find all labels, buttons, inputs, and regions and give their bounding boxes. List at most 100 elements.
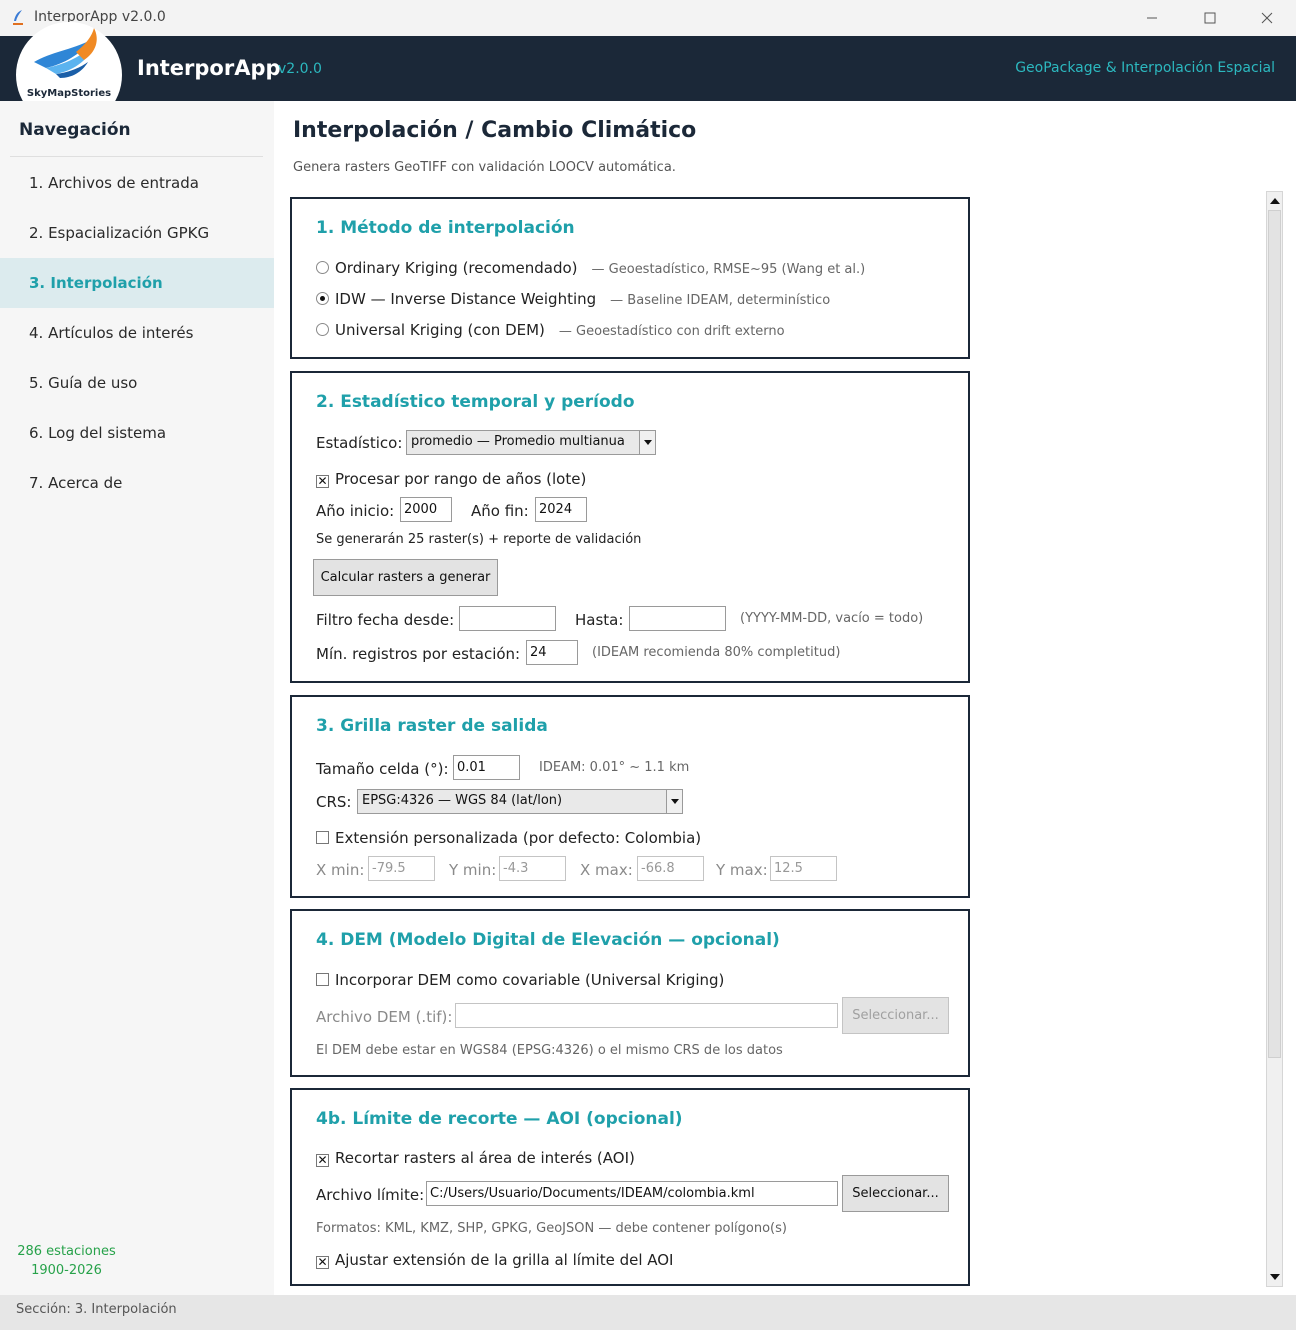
sidebar-item-guia[interactable]: 5. Guía de uso [0,358,274,408]
method-option-ok[interactable]: Ordinary Kriging (recomendado) — Geoestad… [316,259,865,277]
min-records-label: Mín. registros por estación: [316,645,521,663]
xmax-input[interactable] [637,856,704,881]
custom-extent-checkbox[interactable] [316,831,329,844]
page-title: Interpolación / Cambio Climático [293,118,697,143]
year-range: 1900-2026 [31,1263,102,1278]
dem-title: 4. DEM (Modelo Digital de Elevación — op… [316,930,780,950]
dem-select-button[interactable]: Seleccionar... [842,997,949,1034]
aoi-group: 4b. Límite de recorte — AOI (opcional) ✕… [290,1088,970,1286]
custom-extent-option[interactable]: Extensión personalizada (por defecto: Co… [316,829,701,847]
cell-size-label: Tamaño celda (°): [316,760,449,778]
start-year-input[interactable] [400,497,452,522]
scroll-down-icon[interactable] [1270,1274,1280,1280]
sidebar-item-acerca[interactable]: 7. Acerca de [0,458,274,508]
scroll-thumb[interactable] [1268,210,1281,1058]
sidebar-item-log[interactable]: 6. Log del sistema [0,408,274,458]
filter-to-input[interactable] [629,606,726,631]
sidebar-item-archivos[interactable]: 1. Archivos de entrada [0,158,274,208]
filter-to-label: Hasta: [575,611,624,629]
app-header: InterporApp v2.0.0 GeoPackage & Interpol… [0,36,1296,101]
aoi-select-button[interactable]: Seleccionar... [842,1175,949,1212]
end-year-label: Año fin: [471,502,529,520]
radio-ordinary-kriging[interactable] [316,261,329,274]
min-records-note: (IDEAM recomienda 80% completitud) [592,645,841,660]
option-label: Ordinary Kriging (recomendado) [335,259,578,277]
method-option-uk[interactable]: Universal Kriging (con DEM) — Geoestadíst… [316,321,785,339]
aoi-adjust-label: Ajustar extensión de la grilla al límite… [335,1251,674,1269]
option-note: — Geoestadístico, RMSE~95 (Wang et al.) [591,262,866,277]
aoi-file-label: Archivo límite: [316,1186,425,1204]
dem-use-option[interactable]: Incorporar DEM como covariable (Universa… [316,971,724,989]
chevron-down-icon [639,431,655,454]
start-year-label: Año inicio: [316,502,395,520]
filter-note: (YYYY-MM-DD, vacío = todo) [740,611,924,626]
method-group: 1. Método de interpolación Ordinary Krig… [290,197,970,359]
sidebar-divider [10,156,263,157]
aoi-clip-checkbox[interactable]: ✕ [316,1154,329,1167]
sidebar: Navegación 1. Archivos de entrada 2. Esp… [0,101,274,1295]
batch-checkbox[interactable]: ✕ [316,475,329,488]
sidebar-item-espacializacion[interactable]: 2. Espacialización GPKG [0,208,274,258]
main-content: Interpolación / Cambio Climático Genera … [274,101,1296,1295]
min-records-input[interactable] [526,640,578,665]
ymax-label: Y max: [716,861,768,879]
maximize-button[interactable] [1181,0,1239,36]
aoi-file-input[interactable] [426,1181,838,1206]
close-button[interactable] [1238,0,1296,36]
batch-option[interactable]: ✕ Procesar por rango de años (lote) [316,470,586,488]
ymin-input[interactable] [499,856,566,881]
aoi-formats-note: Formatos: KML, KMZ, SHP, GPKG, GeoJSON —… [316,1221,787,1236]
crs-select[interactable]: EPSG:4326 — WGS 84 (lat/lon) [357,789,683,814]
close-icon [1261,12,1273,24]
dem-use-checkbox[interactable] [316,973,329,986]
logo-text: SkyMapStories [26,88,112,99]
filter-from-label: Filtro fecha desde: [316,611,455,629]
dem-file-label: Archivo DEM (.tif): [316,1008,453,1026]
app-tagline: GeoPackage & Interpolación Espacial [1015,60,1275,76]
option-label: Universal Kriging (con DEM) [335,321,545,339]
aoi-adjust-option[interactable]: ✕ Ajustar extensión de la grilla al límit… [316,1251,673,1269]
aoi-clip-label: Recortar rasters al área de interés (AOI… [335,1149,635,1167]
filter-from-input[interactable] [459,606,556,631]
maximize-icon [1204,12,1216,24]
sidebar-item-articulos[interactable]: 4. Artículos de interés [0,308,274,358]
sidebar-item-interpolacion[interactable]: 3. Interpolación [0,258,274,308]
stat-select[interactable]: promedio — Promedio multianua [406,430,656,455]
station-count: 286 estaciones [17,1244,116,1259]
option-label: IDW — Inverse Distance Weighting [335,290,597,308]
minimize-button[interactable] [1123,0,1181,36]
ymax-input[interactable] [770,856,837,881]
option-note: — Geoestadístico con drift externo [558,324,785,339]
batch-label: Procesar por rango de años (lote) [335,470,587,488]
app-feather-icon [13,10,23,25]
radio-universal-kriging[interactable] [316,323,329,336]
method-option-idw[interactable]: IDW — Inverse Distance Weighting — Baseli… [316,290,830,308]
stat-selected-value: promedio — Promedio multianua [411,434,625,449]
temporal-title: 2. Estadístico temporal y período [316,392,635,412]
xmax-label: X max: [580,861,633,879]
ymin-label: Y min: [449,861,497,879]
aoi-clip-option[interactable]: ✕ Recortar rasters al área de interés (AO… [316,1149,635,1167]
dem-use-label: Incorporar DEM como covariable (Universa… [335,971,725,989]
aoi-title: 4b. Límite de recorte — AOI (opcional) [316,1109,683,1129]
cell-size-note: IDEAM: 0.01° ~ 1.1 km [539,760,690,775]
xmin-input[interactable] [368,856,435,881]
chevron-down-icon [666,790,682,813]
grid-title: 3. Grilla raster de salida [316,716,548,736]
dem-group: 4. DEM (Modelo Digital de Elevación — op… [290,909,970,1077]
vertical-scrollbar[interactable] [1266,191,1283,1287]
stat-label: Estadístico: [316,434,403,452]
app-version: v2.0.0 [278,61,322,77]
app-name: InterporApp [137,56,281,80]
radio-idw[interactable] [316,292,329,305]
calc-rasters-button[interactable]: Calcular rasters a generar [313,559,498,596]
window-title: InterporApp v2.0.0 [34,9,166,25]
dem-note: El DEM debe estar en WGS84 (EPSG:4326) o… [316,1043,783,1058]
page-subtitle: Genera rasters GeoTIFF con validación LO… [293,160,676,175]
end-year-input[interactable] [535,497,587,522]
dem-file-input[interactable] [455,1003,838,1028]
cell-size-input[interactable] [453,755,520,780]
aoi-adjust-checkbox[interactable]: ✕ [316,1256,329,1269]
method-title: 1. Método de interpolación [316,218,575,238]
scroll-up-icon[interactable] [1270,198,1280,204]
